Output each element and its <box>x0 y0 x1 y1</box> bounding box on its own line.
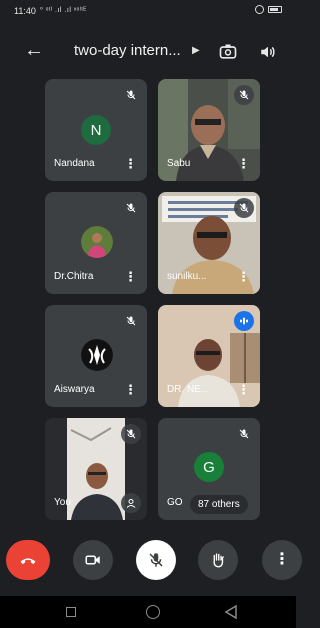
system-navigation-bar <box>0 596 296 628</box>
raise-hand-button[interactable] <box>198 540 238 580</box>
switch-camera-icon[interactable] <box>218 42 238 62</box>
participant-name: Aiswarya <box>54 384 95 395</box>
mic-off-icon <box>234 198 254 218</box>
avatar: N <box>81 115 111 145</box>
mic-off-icon <box>121 424 141 444</box>
avatar-photo <box>81 226 113 258</box>
more-vert-icon[interactable]: ⋮ <box>237 157 250 170</box>
call-controls: ⋮ <box>0 538 302 582</box>
participant-name: Dr.Chitra <box>54 271 94 282</box>
more-vert-icon[interactable]: ⋮ <box>237 383 250 396</box>
self-video <box>67 418 125 520</box>
participant-name: GO <box>167 497 183 508</box>
mic-off-icon <box>121 85 141 105</box>
microphone-button[interactable] <box>136 540 176 580</box>
avatar: G <box>194 452 224 482</box>
phone-hangup-icon <box>20 558 36 565</box>
camera-button[interactable] <box>73 540 113 580</box>
participant-tile-drne[interactable]: DR. NE... ⋮ <box>158 305 260 407</box>
speaking-indicator-icon <box>234 311 254 331</box>
battery-icon <box>268 6 282 13</box>
more-vert-icon[interactable]: ⋮ <box>124 157 137 170</box>
chevron-right-icon[interactable]: ▶ <box>192 45 200 56</box>
mic-off-icon <box>149 553 163 567</box>
speaker-icon[interactable] <box>259 43 277 61</box>
participant-tile-sabu[interactable]: Sabu ⋮ <box>158 79 260 181</box>
participant-tile-nandana[interactable]: N Nandana ⋮ <box>45 79 147 181</box>
participant-tile-self[interactable]: You <box>45 418 147 520</box>
back-arrow-icon[interactable]: ← <box>24 38 44 62</box>
more-vert-icon: ⋮ <box>274 551 290 568</box>
network-indicators: ⁰ ᵒᵗᴵ .ıl .ıl ᵛᵒˡᵗᴱ <box>40 7 87 14</box>
meeting-header: ← two-day intern... ▶ <box>0 36 296 72</box>
status-time: 11:40 <box>14 6 36 16</box>
status-right-icons <box>255 5 282 14</box>
participant-name: sunilku... <box>167 271 207 282</box>
recents-icon[interactable] <box>66 607 76 617</box>
back-nav-icon[interactable] <box>224 605 238 619</box>
more-vert-icon[interactable]: ⋮ <box>237 270 250 283</box>
more-options-button[interactable]: ⋮ <box>262 540 302 580</box>
end-call-button[interactable] <box>6 540 50 580</box>
participant-tile-aiswarya[interactable]: Aiswarya ⋮ <box>45 305 147 407</box>
mic-off-icon <box>121 311 141 331</box>
avatar-emblem <box>81 339 113 371</box>
participant-name: You <box>54 497 71 508</box>
others-count-chip[interactable]: 87 others <box>190 495 248 514</box>
videocam-icon <box>85 555 100 565</box>
mic-off-icon <box>234 85 254 105</box>
participant-tile-sunilku[interactable]: sunilku... ⋮ <box>158 192 260 294</box>
participant-tile-drchitra[interactable]: Dr.Chitra ⋮ <box>45 192 147 294</box>
participant-name: Nandana <box>54 158 95 169</box>
hand-icon <box>213 553 224 568</box>
mic-off-icon <box>121 198 141 218</box>
background-effects-icon[interactable] <box>121 493 141 513</box>
meeting-title[interactable]: two-day intern... <box>74 42 186 59</box>
home-icon[interactable] <box>146 605 160 619</box>
mic-off-icon <box>234 424 254 444</box>
participant-name: Sabu <box>167 158 191 169</box>
alarm-icon <box>255 5 264 14</box>
more-vert-icon[interactable]: ⋮ <box>124 270 137 283</box>
status-bar: 11:40 ⁰ ᵒᵗᴵ .ıl .ıl ᵛᵒˡᵗᴱ <box>0 0 296 22</box>
participant-name: DR. NE... <box>167 384 210 395</box>
participant-tile-others[interactable]: G GO 87 others <box>158 418 260 520</box>
more-vert-icon[interactable]: ⋮ <box>124 383 137 396</box>
